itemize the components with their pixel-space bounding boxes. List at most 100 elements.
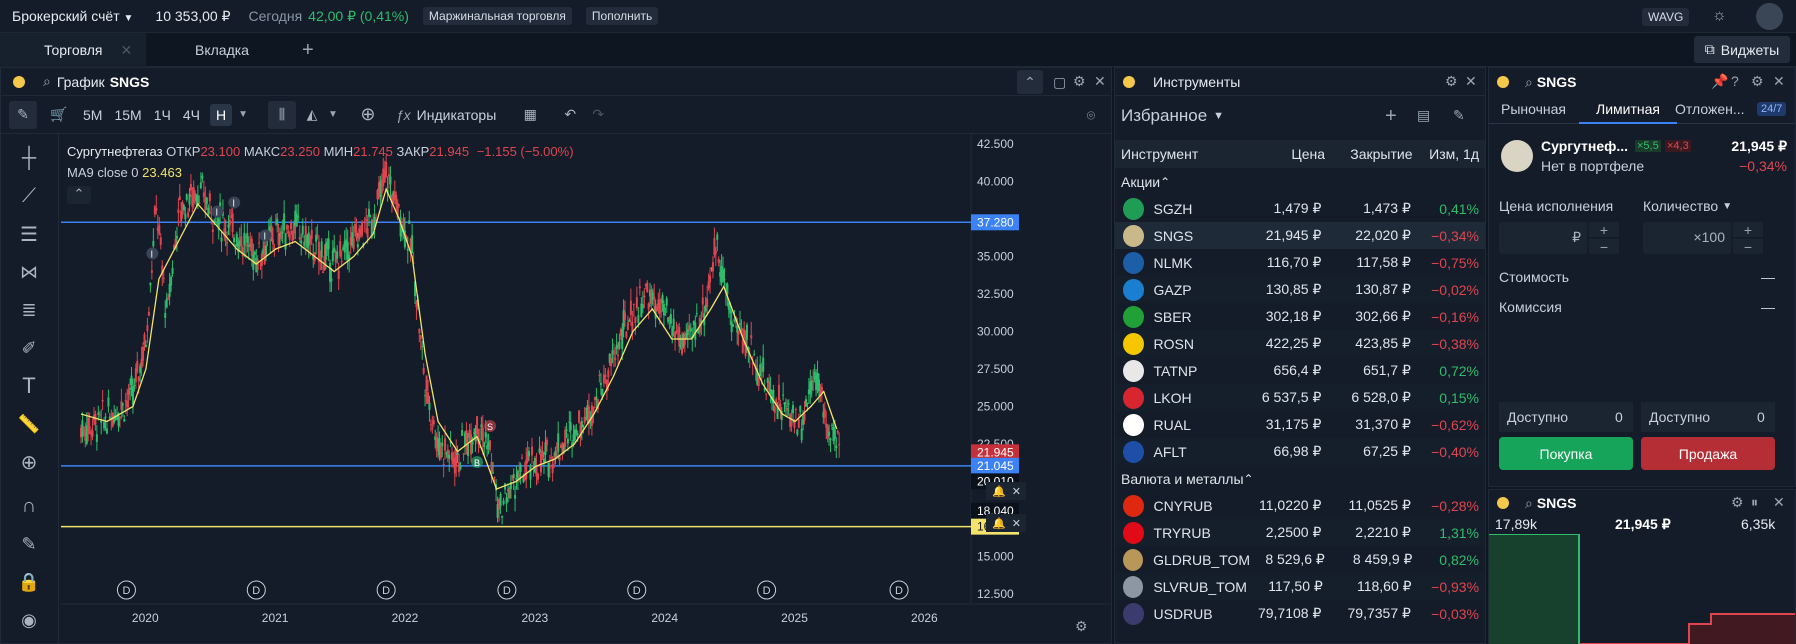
bell-icon[interactable]: 🔔 [992, 485, 1006, 498]
link-color-dot[interactable] [13, 75, 25, 88]
table-row[interactable]: USDRUB 79,7108 ₽ 79,7357 ₽ −0,03% [1115, 600, 1485, 627]
alert-row[interactable]: 🔔 ✕ [986, 482, 1026, 500]
tab-insert[interactable]: Вкладка [195, 42, 249, 58]
qty-increment[interactable]: + [1733, 222, 1763, 238]
wavg-badge[interactable]: WAVG [1642, 8, 1690, 26]
table-row[interactable]: SBER 302,18 ₽ 302,66 ₽ −0,16% [1115, 303, 1485, 330]
tab-limit[interactable]: Лимитная [1579, 96, 1677, 124]
close-icon[interactable]: ✕ [1012, 517, 1021, 530]
crosshair-icon[interactable]: ┼ [15, 144, 43, 172]
table-row[interactable]: NLMK 116,70 ₽ 117,58 ₽ −0,75% [1115, 249, 1485, 276]
group-header[interactable]: Акции ⌃ [1115, 168, 1485, 195]
chart-ticker[interactable]: SNGS [110, 74, 150, 90]
tf-1h[interactable]: 1Ч [154, 107, 171, 123]
tab-trading[interactable]: Торговля ✕ [0, 33, 146, 67]
tf-15m[interactable]: 15M [114, 107, 141, 123]
table-row[interactable]: SGZH 1,479 ₽ 1,473 ₽ 0,41% [1115, 195, 1485, 222]
text-icon[interactable]: T [15, 372, 43, 400]
margin-trading-button[interactable]: Маржинальная торговля [422, 7, 572, 25]
col-instrument[interactable]: Инструмент [1115, 146, 1252, 162]
link-color-dot[interactable] [1497, 497, 1509, 509]
table-row[interactable]: TATNP 656,4 ₽ 651,7 ₽ 0,72% [1115, 357, 1485, 384]
avatar[interactable] [1756, 3, 1783, 30]
price-decrement[interactable]: − [1589, 239, 1619, 255]
table-row[interactable]: LKOH 6 537,5 ₽ 6 528,0 ₽ 0,15% [1115, 384, 1485, 411]
qty-decrement[interactable]: − [1733, 239, 1763, 255]
table-row[interactable]: GAZP 130,85 ₽ 130,87 ₽ −0,02% [1115, 276, 1485, 303]
gear-icon[interactable]: ⚙ [1731, 494, 1744, 511]
trendline-icon[interactable]: ⟋ [15, 182, 43, 210]
pattern-icon[interactable]: ⋈ [15, 258, 43, 286]
col-close[interactable]: Закрытие [1325, 146, 1412, 162]
lock-draw-icon[interactable]: ✎ [15, 530, 43, 558]
account-selector[interactable]: Брокерский счёт ▼ [12, 8, 133, 24]
add-tab-icon[interactable]: + [302, 39, 314, 62]
qty-input[interactable]: ×100 [1643, 222, 1731, 254]
redo-icon[interactable]: ↷ [584, 101, 612, 129]
table-row[interactable]: ROSN 422,25 ₽ 423,85 ₽ −0,38% [1115, 330, 1485, 357]
indicators-button[interactable]: Индикаторы [417, 107, 497, 123]
close-icon[interactable]: ✕ [1094, 73, 1106, 90]
add-icon[interactable]: + [1385, 105, 1397, 128]
buy-button[interactable]: Покупка [1499, 437, 1633, 470]
gear-icon[interactable]: ⚙ [1751, 73, 1764, 90]
hlines-icon[interactable]: ☰ [15, 220, 43, 248]
cart-icon[interactable]: 🛒 [45, 101, 73, 129]
orderbook-ticker[interactable]: SNGS [1537, 495, 1577, 511]
close-icon[interactable]: ✕ [1773, 494, 1785, 511]
undo-icon[interactable]: ↶ [556, 101, 584, 129]
gear-icon[interactable]: ⚙ [1073, 73, 1086, 90]
eye-icon[interactable]: ◉ [15, 606, 43, 634]
table-row[interactable]: AFLT 66,98 ₽ 67,25 ₽ −0,40% [1115, 438, 1485, 465]
order-ticker[interactable]: SNGS [1537, 74, 1577, 90]
tab-market[interactable]: Рыночная [1501, 101, 1566, 117]
search-icon[interactable]: ⌕ [43, 73, 51, 90]
tab-pending[interactable]: Отложен... [1675, 101, 1745, 117]
close-icon[interactable]: ✕ [1465, 73, 1477, 90]
brush-icon[interactable]: ✐ [15, 334, 43, 362]
close-icon[interactable]: ✕ [1773, 73, 1785, 90]
notes-icon[interactable]: ▤ [1417, 107, 1430, 124]
help-icon[interactable]: ? [1731, 73, 1739, 89]
table-row[interactable]: TRYRUB 2,2500 ₽ 2,2210 ₽ 1,31% [1115, 519, 1485, 546]
link-color-dot[interactable] [1497, 76, 1509, 88]
zoom-icon[interactable]: ⊕ [15, 448, 43, 476]
area-chart-icon[interactable]: ◭ [298, 101, 326, 129]
collapse-icon[interactable]: ⌃ [1017, 70, 1043, 94]
tf-4h[interactable]: 4Ч [183, 107, 200, 123]
alert-row[interactable]: 🔔 ✕ [986, 514, 1026, 532]
theme-icon[interactable]: ☼ [1712, 7, 1727, 25]
add-circle-icon[interactable]: ⊕ [354, 101, 382, 129]
gear-icon[interactable]: ⚙ [1445, 73, 1458, 90]
col-price[interactable]: Цена [1252, 146, 1325, 162]
settings-small-icon[interactable]: ⚙ [1075, 618, 1088, 635]
chevron-down-icon[interactable]: ▼ [328, 109, 338, 120]
pencil-icon[interactable]: ✎ [1453, 107, 1465, 124]
link-color-dot[interactable] [1123, 75, 1135, 88]
pause-icon[interactable]: ⏸ [1751, 494, 1758, 511]
price-input[interactable]: ₽ [1499, 222, 1587, 254]
candles-icon[interactable]: ⫼ [267, 100, 296, 129]
layout-grid-icon[interactable]: ▦ [516, 101, 544, 129]
search-icon[interactable]: ⌕ [1525, 74, 1533, 91]
close-icon[interactable]: ✕ [120, 42, 132, 59]
camera-icon[interactable]: ⌾ [1077, 101, 1105, 129]
close-icon[interactable]: ✕ [1012, 485, 1021, 498]
deposit-button[interactable]: Пополнить [585, 7, 659, 25]
ruler-icon[interactable]: 📏 [15, 410, 43, 438]
price-increment[interactable]: + [1589, 222, 1619, 238]
widgets-button[interactable]: ⧉ Виджеты [1694, 36, 1790, 63]
col-change[interactable]: Изм, 1д [1413, 146, 1486, 162]
lock-icon[interactable]: 🔒 [15, 568, 43, 596]
table-row[interactable]: SNGS 21,945 ₽ 22,020 ₽ −0,34% [1115, 222, 1485, 249]
favorites-selector[interactable]: Избранное ▼ [1121, 106, 1224, 126]
table-row[interactable]: CNYRUB 11,0220 ₽ 11,0525 ₽ −0,28% [1115, 492, 1485, 519]
tf-5m[interactable]: 5M [83, 107, 102, 123]
collapse-legend-icon[interactable]: ⌃ [67, 186, 91, 204]
pencil-icon[interactable]: ✎ [9, 100, 37, 129]
table-row[interactable]: SLVRUB_TOM 117,50 ₽ 118,60 ₽ −0,93% [1115, 573, 1485, 600]
tf-week[interactable]: Н [209, 103, 233, 126]
pin-icon[interactable]: 📌 [1711, 73, 1728, 90]
sell-button[interactable]: Продажа [1641, 437, 1775, 470]
group-header[interactable]: Валюта и металлы ⌃ [1115, 465, 1485, 492]
